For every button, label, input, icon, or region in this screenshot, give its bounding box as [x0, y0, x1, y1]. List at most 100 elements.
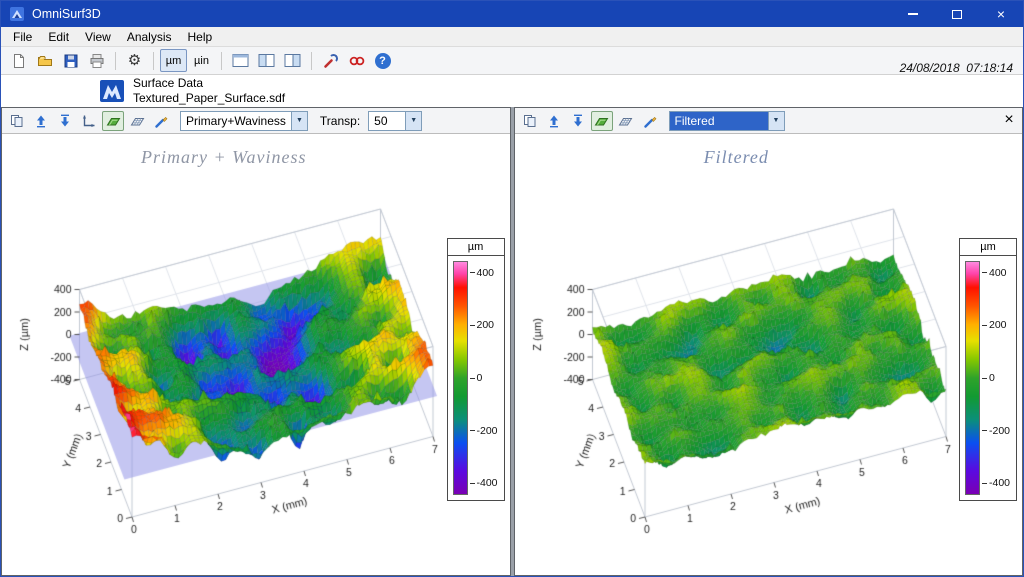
analysis-wrench-button[interactable] — [318, 49, 343, 72]
printer-icon — [90, 53, 103, 68]
dataset-filename: Textured_Paper_Surface.sdf — [133, 91, 286, 105]
close-button[interactable]: × — [979, 1, 1023, 27]
company-logo-icon — [99, 78, 125, 104]
menu-file[interactable]: File — [5, 28, 40, 46]
mesh-icon — [618, 117, 633, 125]
arrow-down-icon — [61, 114, 69, 126]
dataset-info: Surface Data Textured_Paper_Surface.sdf — [133, 76, 285, 106]
surface-icon — [106, 117, 120, 125]
palette-icon — [643, 116, 656, 128]
colorbar-body: 400 200 0 -200 -400 — [452, 261, 502, 495]
palette-icon — [155, 116, 168, 128]
z-scale-up-button[interactable] — [30, 111, 52, 131]
panel-toolbar-filtered: Filtered ▼ × — [514, 108, 1022, 134]
layout-two-pane-button[interactable] — [254, 49, 279, 72]
datetime-text: 24/08/2018 07:18:14 — [899, 61, 1013, 75]
colorbar-primary: µm 400 200 0 -200 -400 — [446, 238, 505, 501]
surface-view-button[interactable] — [590, 110, 613, 131]
panel-primary: Primary+Waviness ▼ Transp: 50 ▼ Primary … — [1, 107, 511, 576]
chevron-down-icon: ▼ — [767, 111, 784, 130]
settings-button[interactable]: ⚙ — [122, 49, 147, 72]
axes-button[interactable] — [78, 111, 100, 131]
menu-help[interactable]: Help — [180, 28, 221, 46]
unit-um-button[interactable]: µm — [160, 49, 187, 72]
mesh-view-button[interactable] — [615, 111, 637, 131]
surface-canvas-primary[interactable] — [2, 134, 509, 575]
colorbar-unit-label: µm — [447, 239, 504, 256]
titlebar: OmniSurf3D × — [1, 1, 1023, 27]
palette-button[interactable] — [150, 111, 172, 131]
new-file-button[interactable] — [6, 49, 31, 72]
pane-right-icon — [284, 54, 301, 67]
menu-view[interactable]: View — [77, 28, 119, 46]
colorbar-ticks: 400 200 0 -200 -400 — [982, 261, 1014, 495]
new-file-icon — [13, 53, 24, 68]
z-scale-down-button[interactable] — [567, 111, 589, 131]
two-pane-icon — [258, 54, 275, 67]
transparency-dropdown[interactable]: 50 ▼ — [368, 110, 423, 131]
transparency-value: 50 — [374, 113, 388, 128]
chevron-down-icon: ▼ — [405, 111, 422, 130]
wrench-icon — [323, 53, 338, 68]
surface-icon — [594, 117, 609, 125]
maximize-icon — [952, 9, 962, 19]
surface-type-dropdown[interactable]: Filtered ▼ — [668, 110, 785, 131]
colorbar-filtered: µm 400 200 0 -200 -400 — [959, 238, 1017, 501]
window-controls: × — [891, 1, 1023, 27]
menu-edit[interactable]: Edit — [40, 28, 77, 46]
transparency-label: Transp: — [319, 113, 361, 128]
copy-icon — [523, 114, 535, 127]
folder-icon — [37, 55, 52, 66]
surface-plot-primary[interactable]: Primary + Waviness µm 400 200 0 -200 -400 — [2, 134, 510, 575]
close-icon: × — [996, 6, 1006, 22]
link-views-button[interactable] — [344, 49, 369, 72]
mesh-view-button[interactable] — [126, 111, 148, 131]
z-scale-down-button[interactable] — [54, 111, 76, 131]
colorbar-gradient — [965, 261, 980, 495]
arrow-up-icon — [37, 115, 45, 127]
chevron-down-icon: ▼ — [290, 111, 307, 130]
colorbar-body: 400 200 0 -200 -400 — [965, 261, 1014, 495]
panel-toolbar-primary: Primary+Waviness ▼ Transp: 50 ▼ — [2, 108, 510, 134]
app-window: OmniSurf3D × File Edit View Analysis Hel… — [0, 0, 1024, 577]
surface-canvas-filtered[interactable] — [514, 134, 1022, 575]
link-icon — [349, 56, 364, 65]
print-button[interactable] — [84, 49, 109, 72]
minimize-icon — [908, 13, 918, 15]
colorbar-gradient — [452, 261, 468, 495]
maximize-button[interactable] — [935, 1, 979, 27]
arrow-down-icon — [573, 114, 582, 126]
toolbar-separator — [221, 51, 222, 70]
toolbar-separator — [311, 51, 312, 70]
layout-pane-right-button[interactable] — [280, 49, 305, 72]
help-button[interactable]: ? — [370, 49, 395, 72]
surface-plot-filtered[interactable]: Filtered µm 400 200 0 -200 -400 — [514, 134, 1022, 575]
mesh-icon — [130, 117, 144, 125]
copy-icon — [11, 114, 23, 127]
axes-icon — [82, 115, 95, 127]
copy-image-button[interactable] — [6, 111, 28, 131]
layout-single-button[interactable] — [228, 49, 253, 72]
app-logo-icon — [9, 6, 25, 22]
close-panel-button[interactable]: × — [999, 110, 1019, 130]
floppy-icon — [64, 54, 77, 67]
save-button[interactable] — [58, 49, 83, 72]
minimize-button[interactable] — [891, 1, 935, 27]
copy-image-button[interactable] — [519, 111, 541, 131]
toolbar-separator — [115, 51, 116, 70]
menu-analysis[interactable]: Analysis — [119, 28, 180, 46]
surface-view-button[interactable] — [102, 110, 124, 131]
z-scale-up-button[interactable] — [543, 111, 565, 131]
surface-type-value: Primary+Waviness — [186, 113, 286, 128]
surface-type-dropdown[interactable]: Primary+Waviness ▼ — [180, 110, 308, 131]
arrow-up-icon — [549, 115, 558, 127]
panels-row: Primary+Waviness ▼ Transp: 50 ▼ Primary … — [1, 107, 1023, 576]
open-file-button[interactable] — [32, 49, 57, 72]
colorbar-unit-label: µm — [960, 239, 1016, 256]
single-pane-icon — [232, 54, 249, 67]
surface-type-value: Filtered — [669, 111, 768, 130]
unit-uin-button[interactable]: µin — [188, 49, 215, 72]
plot-title-primary: Primary + Waviness — [141, 147, 307, 167]
palette-button[interactable] — [639, 111, 661, 131]
gear-icon: ⚙ — [127, 52, 142, 69]
